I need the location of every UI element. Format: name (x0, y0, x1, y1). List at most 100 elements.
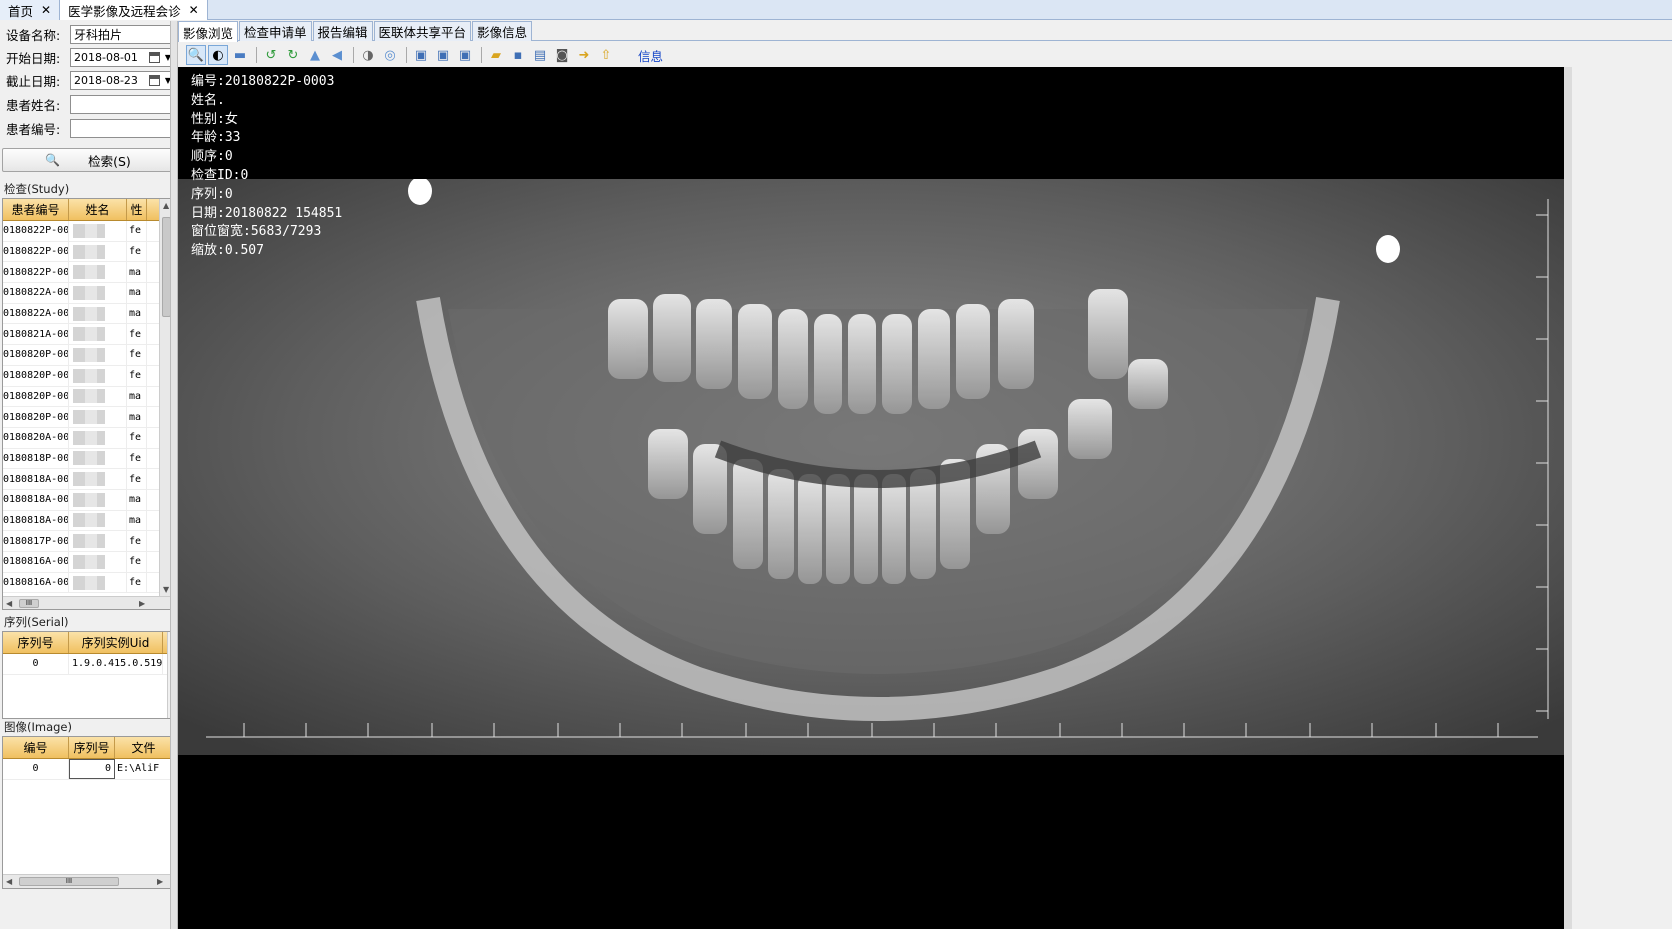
patient-sex-cell: fe (127, 469, 147, 489)
patient-name-cell (69, 552, 127, 572)
zoom-icon[interactable]: 🔍 (186, 45, 206, 65)
tab-report-edit[interactable]: 报告编辑 (312, 21, 373, 41)
tab-exam-request[interactable]: 检查申请单 (239, 21, 312, 41)
search-button[interactable]: 🔍 检索(S) (2, 148, 174, 172)
save-icon[interactable]: ▪ (508, 45, 528, 65)
contrast-icon[interactable]: ◐ (208, 45, 228, 65)
calendar-icon[interactable] (149, 75, 160, 86)
image-horizontal-scrollbar[interactable]: ◀ III ▶ (3, 874, 173, 888)
col-image-no[interactable]: 编号 (3, 737, 69, 758)
image-serial-cell[interactable]: 0 (69, 759, 115, 779)
flip-vertical-icon[interactable]: ▲ (305, 45, 325, 65)
patient-id-input[interactable] (70, 119, 180, 138)
table-row[interactable]: 0180822A-00C ma (3, 303, 173, 325)
patient-sex-cell: ma (127, 407, 147, 427)
reset-icon[interactable]: ◎ (380, 45, 400, 65)
panel-splitter[interactable] (170, 21, 178, 929)
window-icon[interactable]: ▬ (230, 45, 250, 65)
scroll-left-icon[interactable]: ◀ (6, 599, 12, 608)
table-row[interactable]: 0180820P-00C ma (3, 386, 173, 408)
table-row[interactable]: 0 0 E:\AliF (3, 759, 173, 780)
scroll-right-icon[interactable]: ▶ (157, 877, 163, 886)
scroll-up-icon[interactable]: ▲ (163, 201, 169, 210)
redacted-name (73, 327, 105, 342)
table-row[interactable]: 0180820A-00C fe (3, 427, 173, 449)
col-name[interactable]: 姓名 (69, 199, 127, 220)
table-row[interactable]: 0180822A-00C ma (3, 283, 173, 304)
device-row: 设备名称: 牙科拍片 ▼ (6, 25, 180, 44)
patient-name-cell (69, 407, 127, 427)
device-select[interactable]: 牙科拍片 ▼ (70, 25, 180, 44)
col-image-file[interactable]: 文件 (115, 737, 173, 758)
table-row[interactable]: 0180820P-00C ma (3, 407, 173, 428)
serial-grid: 序列号 序列实例Uid 0 1.9.0.415.0.519. (2, 631, 174, 719)
rotate-left-icon[interactable]: ↺ (261, 45, 281, 65)
image1-icon[interactable]: ▣ (411, 45, 431, 65)
table-row[interactable]: 0180817P-00C fe (3, 531, 173, 552)
doc-tab-home[interactable]: 首页 ✕ (0, 0, 61, 20)
study-grid-body: 0180822P-00C fe 0180822P-00C fe 0180822P-00C… (3, 221, 173, 594)
col-image-serial[interactable]: 序列号 (69, 737, 115, 758)
image-toolbar: 🔍 ◐ ▬ ↺ ↻ ▲ ◀ ◑ ◎ ▣ ▣ ▣ ▰ ▪ ▤ ◙ ➜ ⇧ 信息 (178, 43, 1672, 67)
tab-image-info[interactable]: 影像信息 (472, 21, 533, 41)
table-row[interactable]: 0180818P-00C fe (3, 448, 173, 470)
invert-icon[interactable]: ◑ (358, 45, 378, 65)
scroll-down-icon[interactable]: ▼ (163, 585, 169, 594)
tab-image-browse[interactable]: 影像浏览 (178, 21, 239, 42)
image-grid: 编号 序列号 文件 0 0 E:\AliF ◀ III ▶ (2, 736, 174, 889)
patient-name-cell (69, 386, 127, 407)
open-folder-icon[interactable]: ▰ (486, 45, 506, 65)
doc-tab-imaging[interactable]: 医学影像及远程会诊 ✕ (60, 0, 208, 20)
end-date-picker[interactable]: 2018-08-23 ▼ (70, 71, 174, 90)
patient-id-cell: 0180820P-00C (3, 407, 69, 427)
tab-shared-platform[interactable]: 医联体共享平台 (373, 21, 472, 41)
image3-icon[interactable]: ▣ (455, 45, 475, 65)
col-serial-no[interactable]: 序列号 (3, 632, 69, 653)
patient-name-cell (69, 283, 127, 303)
table-row[interactable]: 0180820P-00C fe (3, 345, 173, 366)
export-icon[interactable]: ➜ (574, 45, 594, 65)
dicom-info-overlay: 编号:20180822P-0003 姓名. 性别:女 年龄:33 顺序:0 检查… (191, 73, 342, 261)
patient-name-cell (69, 510, 127, 531)
table-row[interactable]: 0180818A-00C fe (3, 469, 173, 490)
scroll-right-icon[interactable]: ▶ (139, 599, 145, 608)
calendar-icon[interactable] (149, 52, 160, 63)
patient-id-cell: 0180820A-00C (3, 427, 69, 448)
end-date-value: 2018-08-23 (74, 74, 138, 87)
close-icon[interactable]: ✕ (189, 3, 199, 17)
start-date-picker[interactable]: 2018-08-01 ▼ (70, 48, 174, 67)
overlay-series: 序列:0 (191, 186, 233, 202)
table-row[interactable]: 0180822P-00C ma (3, 262, 173, 284)
overlay-patient-name: 姓名. (191, 92, 225, 108)
study-horizontal-scrollbar[interactable]: ◀ III ▶ (3, 596, 173, 609)
table-row[interactable]: 0180816A-00C fe (3, 572, 173, 594)
col-patient-id[interactable]: 患者编号 (3, 199, 69, 220)
image-hscroll-thumb[interactable]: III (19, 877, 119, 886)
col-sex[interactable]: 性 (127, 199, 147, 220)
rotate-right-icon[interactable]: ↻ (283, 45, 303, 65)
table-row[interactable]: 0180816A-00C fe (3, 552, 173, 573)
flip-horizontal-icon[interactable]: ◀ (327, 45, 347, 65)
scroll-left-icon[interactable]: ◀ (6, 877, 12, 886)
patient-name-input[interactable] (70, 95, 180, 114)
info-button[interactable]: 信息 (638, 46, 663, 65)
redacted-name (73, 492, 105, 507)
upload-icon[interactable]: ⇧ (596, 45, 616, 65)
image-viewer[interactable]: 编号:20180822P-0003 姓名. 性别:女 年龄:33 顺序:0 检查… (178, 67, 1572, 929)
table-row[interactable]: 0180822P-00C fe (3, 241, 173, 263)
table-row[interactable]: 0180818A-00C ma (3, 489, 173, 511)
save-all-icon[interactable]: ▤ (530, 45, 550, 65)
table-row[interactable]: 0180821A-00C fe (3, 324, 173, 346)
col-serial-uid[interactable]: 序列实例Uid (69, 632, 163, 653)
redacted-name (73, 430, 105, 445)
study-hscroll-thumb[interactable]: III (19, 599, 39, 608)
table-row[interactable]: 0 1.9.0.415.0.519. (3, 654, 173, 675)
table-row[interactable]: 0180820P-00C fe (3, 365, 173, 387)
camera-icon[interactable]: ◙ (552, 45, 572, 65)
table-row[interactable]: 0180822P-00C fe (3, 221, 173, 242)
image2-icon[interactable]: ▣ (433, 45, 453, 65)
patient-id-row: 患者编号: (6, 119, 180, 138)
close-icon[interactable]: ✕ (41, 3, 51, 17)
patient-id-cell: 0180821A-00C (3, 324, 69, 345)
table-row[interactable]: 0180818A-00C ma (3, 510, 173, 532)
